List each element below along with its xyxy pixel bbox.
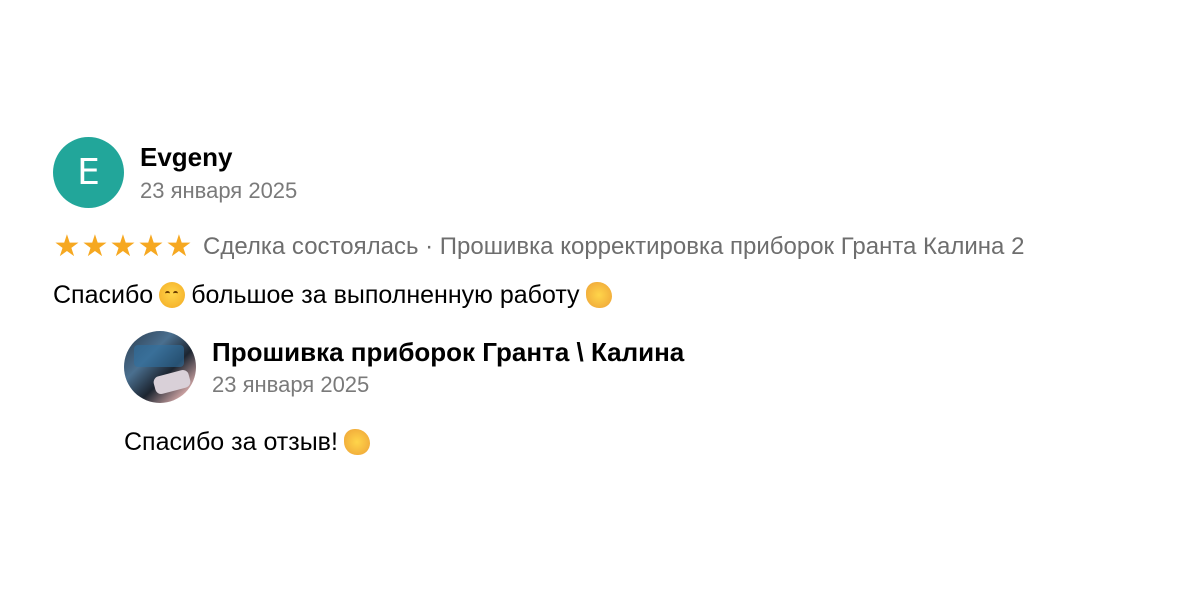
reply-date: 23 января 2025 xyxy=(212,372,370,397)
seller-meta: Прошивка приборок Гранта \ Калина 23 янв… xyxy=(212,331,684,400)
review-text-part1: Спасибо xyxy=(53,281,154,309)
reviewer-avatar[interactable]: E xyxy=(53,137,124,208)
review-card: E Evgeny 23 января 2025 ★ ★ ★ ★ ★ Сделка… xyxy=(53,137,1173,312)
reply-text-content: Спасибо за отзыв! xyxy=(124,428,338,456)
review-date: 23 января 2025 xyxy=(140,178,298,203)
handshake-icon xyxy=(343,429,370,455)
smiling-face-icon xyxy=(159,282,186,308)
deal-info[interactable]: Сделка состоялась · Прошивка корректиров… xyxy=(203,233,1024,261)
rating-row: ★ ★ ★ ★ ★ Сделка состоялась · Прошивка к… xyxy=(53,230,1173,264)
star-icon: ★ xyxy=(81,229,109,264)
reply-text: Спасибо за отзыв! xyxy=(124,425,1024,459)
reviewer-meta: Evgeny 23 января 2025 xyxy=(140,137,297,206)
reply-header: Прошивка приборок Гранта \ Калина 23 янв… xyxy=(124,331,1024,403)
review-text-part2: большое за выполненную работу xyxy=(191,281,580,309)
reviewer-name[interactable]: Evgeny xyxy=(140,142,297,172)
seller-name[interactable]: Прошивка приборок Гранта \ Калина xyxy=(212,337,684,367)
seller-reply: Прошивка приборок Гранта \ Калина 23 янв… xyxy=(124,331,1024,459)
seller-avatar[interactable] xyxy=(124,331,196,403)
avatar-letter: E xyxy=(77,152,100,193)
star-rating: ★ ★ ★ ★ ★ xyxy=(53,232,193,262)
review-header: E Evgeny 23 января 2025 xyxy=(53,137,1173,208)
handshake-icon xyxy=(585,282,612,308)
star-icon: ★ xyxy=(53,229,81,264)
star-icon: ★ xyxy=(165,229,193,264)
star-icon: ★ xyxy=(137,229,165,264)
review-text: Спасибо большое за выполненную работу xyxy=(53,278,1173,312)
star-icon: ★ xyxy=(109,229,137,264)
